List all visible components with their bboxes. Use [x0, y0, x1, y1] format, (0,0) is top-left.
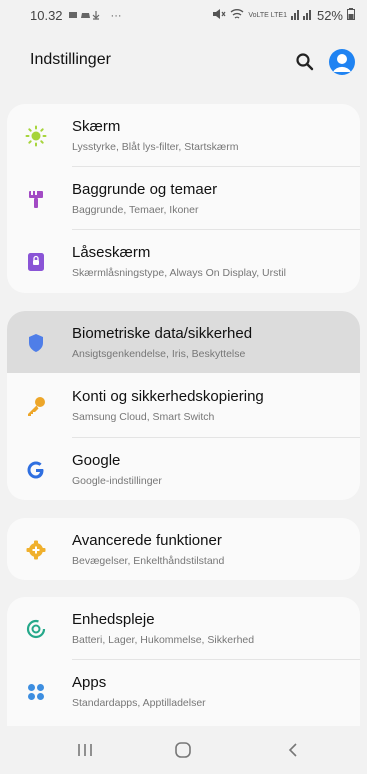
navigation-bar: [0, 726, 367, 774]
paintbrush-icon: [25, 188, 47, 210]
settings-item-wallpaper[interactable]: Baggrunde og temaer Baggrunde, Temaer, I…: [7, 167, 360, 229]
settings-item-subtitle: Bevægelser, Enkelthåndstilstand: [72, 555, 225, 567]
key-icon: [25, 395, 47, 417]
more-notifications: ···: [110, 9, 122, 22]
status-bar: 10.32 ··· VoLTE LTE1 52%: [0, 0, 367, 28]
settings-item-title: Apps: [72, 674, 107, 691]
settings-group-advanced: Avancerede funktioner Bevægelser, Enkelt…: [7, 518, 360, 580]
settings-item-subtitle: Batteri, Lager, Hukommelse, Sikkerhed: [72, 634, 255, 646]
settings-group-device: Enhedspleje Batteri, Lager, Hukommelse, …: [7, 597, 360, 727]
settings-item-screen[interactable]: Skærm Lysstyrke, Blåt lys-filter, Starts…: [7, 104, 360, 166]
settings-item-title: Skærm: [72, 118, 121, 135]
page-title: Indstillinger: [30, 51, 111, 68]
status-time: 10.32: [30, 8, 63, 23]
network-label: VoLTE LTE1: [248, 12, 287, 19]
signal-icon: [290, 8, 313, 23]
settings-item-title: Avancerede funktioner: [72, 532, 222, 549]
settings-group-security: Biometriske data/sikkerhed Ansigtsgenken…: [7, 311, 360, 500]
settings-item-google[interactable]: Google Google-indstillinger: [7, 438, 360, 500]
header: Indstillinger: [0, 40, 367, 84]
device-care-icon: [25, 618, 47, 640]
settings-item-advanced[interactable]: Avancerede funktioner Bevægelser, Enkelt…: [7, 518, 360, 580]
settings-item-subtitle: Samsung Cloud, Smart Switch: [72, 411, 215, 423]
notification-icons: [68, 8, 105, 23]
sun-icon: [25, 125, 47, 147]
wifi-icon: [230, 8, 244, 23]
battery-percent: 52%: [316, 8, 343, 23]
settings-item-title: Låseskærm: [72, 244, 151, 261]
settings-item-subtitle: Lysstyrke, Blåt lys-filter, Startskærm: [72, 141, 239, 153]
status-bar-left: 10.32 ···: [30, 8, 122, 23]
back-button[interactable]: [278, 738, 308, 762]
settings-item-apps[interactable]: Apps Standardapps, Apptilladelser: [7, 660, 360, 722]
home-button[interactable]: [168, 738, 198, 762]
settings-item-subtitle: Skærmlåsningstype, Always On Display, Ur…: [72, 267, 286, 279]
settings-item-title: Konti og sikkerhedskopiering: [72, 388, 264, 405]
shield-icon: [25, 332, 47, 354]
settings-item-lockscreen[interactable]: Låseskærm Skærmlåsningstype, Always On D…: [7, 230, 360, 292]
profile-avatar-icon[interactable]: [329, 49, 355, 75]
settings-item-title: Enhedspleje: [72, 611, 155, 628]
mute-icon: [212, 8, 226, 23]
recent-apps-button[interactable]: [70, 738, 100, 762]
settings-item-title: Baggrunde og temaer: [72, 181, 218, 198]
search-icon[interactable]: [295, 52, 315, 72]
settings-item-title: Biometriske data/sikkerhed: [72, 325, 253, 342]
google-icon: [25, 459, 47, 481]
settings-item-subtitle: Ansigtsgenkendelse, Iris, Beskyttelse: [72, 348, 246, 360]
settings-item-subtitle: Baggrunde, Temaer, Ikoner: [72, 204, 199, 216]
apps-grid-icon: [25, 681, 47, 703]
gear-plus-icon: [25, 539, 47, 561]
settings-item-title: Google: [72, 452, 121, 469]
settings-group-display: Skærm Lysstyrke, Blåt lys-filter, Starts…: [7, 104, 360, 293]
settings-item-subtitle: Standardapps, Apptilladelser: [72, 697, 206, 709]
battery-icon: [347, 8, 355, 23]
lock-icon: [25, 251, 47, 273]
settings-item-biometrics[interactable]: Biometriske data/sikkerhed Ansigtsgenken…: [7, 311, 360, 373]
settings-item-subtitle: Google-indstillinger: [72, 475, 162, 487]
settings-item-device-care[interactable]: Enhedspleje Batteri, Lager, Hukommelse, …: [7, 597, 360, 659]
status-bar-right: VoLTE LTE1 52%: [212, 8, 355, 23]
settings-item-accounts[interactable]: Konti og sikkerhedskopiering Samsung Clo…: [7, 374, 360, 436]
